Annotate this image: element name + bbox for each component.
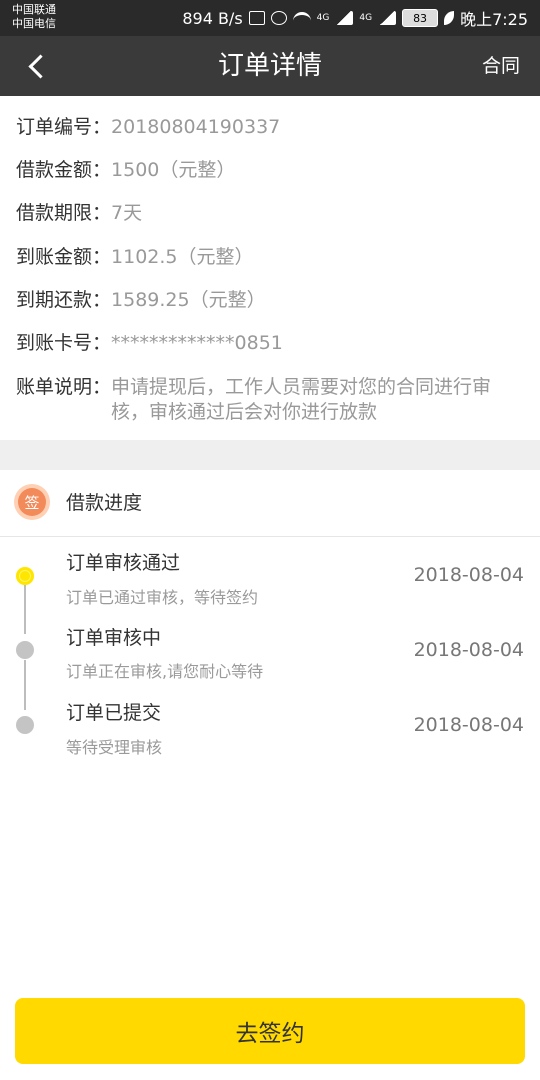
loan-amount-label: 借款金额： — [16, 159, 112, 181]
step-2-date: 2018-08-04 — [413, 639, 524, 661]
loan-term-value: 7天 — [111, 202, 143, 224]
progress-header: 签 借款进度 — [0, 470, 540, 537]
carrier-1: 中国联通 — [12, 3, 56, 16]
received-amount-label: 到账金额： — [16, 246, 112, 268]
repayment-row: 到期还款： 1589.25（元整） — [16, 285, 524, 325]
order-number-row: 订单编号： 20180804190337 — [16, 112, 524, 152]
step-2-subtitle: 订单正在审核,请您耐心等待 — [66, 662, 264, 681]
vibrate-icon — [248, 11, 265, 25]
timeline-line-1 — [24, 584, 26, 634]
repayment-label: 到期还款： — [16, 289, 112, 311]
progress-title: 借款进度 — [66, 492, 143, 514]
status-bar: 中国联通 中国电信 894 B/s 4G 4G 83 晚上7:25 — [0, 0, 540, 36]
repayment-value: 1589.25（元整） — [111, 289, 266, 311]
step-2-title: 订单审核中 — [66, 627, 162, 649]
wifi-icon — [292, 12, 311, 24]
step-3-date: 2018-08-04 — [413, 714, 524, 736]
clock: 晚上7:25 — [460, 10, 528, 29]
step-dot-icon — [16, 716, 34, 734]
network-type-2: 4G — [359, 13, 373, 23]
step-1-date: 2018-08-04 — [413, 564, 524, 586]
sign-badge-char: 签 — [18, 488, 46, 516]
loan-term-row: 借款期限： 7天 — [16, 198, 524, 238]
page-title: 订单详情 — [217, 51, 322, 81]
carriers: 中国联通 中国电信 — [12, 3, 56, 31]
battery-level: 83 — [413, 11, 428, 25]
received-amount-row: 到账金额： 1102.5（元整） — [16, 242, 524, 282]
loan-amount-row: 借款金额： 1500（元整） — [16, 155, 524, 195]
bill-note-value: 申请提现后，工作人员需要对您的合同进行审核，审核通过后会对你进行放款 — [111, 376, 492, 423]
title-bar: 订单详情 合同 — [0, 36, 540, 96]
step-3-subtitle: 等待受理审核 — [66, 738, 163, 757]
sign-contract-button[interactable]: 去签约 — [15, 998, 525, 1064]
card-number-label: 到账卡号： — [16, 332, 112, 354]
signal-icon-2 — [378, 11, 397, 25]
step-3-title: 订单已提交 — [66, 702, 162, 724]
step-1-title: 订单审核通过 — [66, 552, 181, 574]
step-dot-icon — [16, 641, 34, 659]
card-number-row: 到账卡号： *************0851 — [16, 328, 524, 368]
bill-note-label: 账单说明： — [16, 376, 112, 398]
loan-amount-value: 1500（元整） — [111, 159, 236, 181]
step-1-subtitle: 订单已通过审核，等待签约 — [66, 588, 259, 607]
battery-icon: 83 — [402, 9, 439, 27]
network-type-1: 4G — [316, 13, 330, 23]
network-speed: 894 B/s — [182, 8, 243, 28]
section-divider — [0, 440, 540, 470]
leaf-icon — [444, 11, 455, 25]
alarm-icon — [270, 11, 287, 25]
card-number-value: *************0851 — [111, 332, 283, 354]
timeline-line-2 — [24, 660, 26, 710]
loan-term-label: 借款期限： — [16, 202, 112, 224]
bill-note-row: 账单说明： 申请提现后，工作人员需要对您的合同进行审核，审核通过后会对你进行放款 — [16, 372, 524, 432]
contract-button[interactable]: 合同 — [482, 36, 520, 96]
order-number-label: 订单编号： — [16, 116, 112, 138]
carrier-2: 中国电信 — [12, 17, 56, 30]
status-icons: 894 B/s 4G 4G 83 晚上7:25 — [182, 0, 528, 36]
signal-icon — [335, 11, 354, 25]
order-number-value: 20180804190337 — [111, 116, 281, 138]
step-active-dot-icon — [16, 567, 34, 585]
sign-badge-icon: 签 — [14, 484, 50, 520]
received-amount-value: 1102.5（元整） — [111, 246, 254, 268]
